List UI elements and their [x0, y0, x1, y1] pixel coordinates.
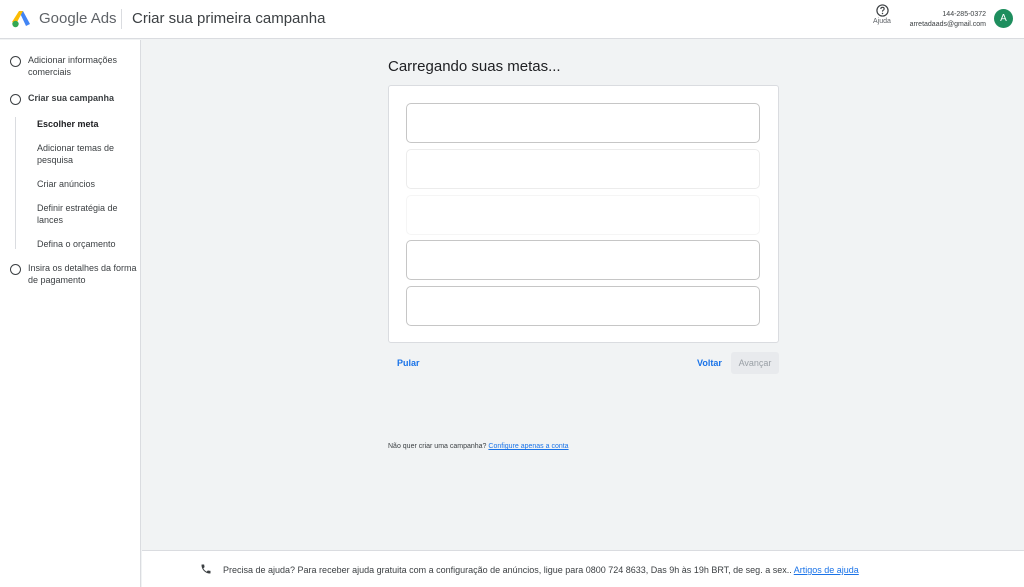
step-business-info[interactable]: Adicionar informações comerciais [10, 54, 138, 78]
help-button[interactable]: Ajuda [866, 4, 898, 34]
no-campaign-text: Não quer criar uma campanha? [388, 443, 487, 450]
goal-option-placeholder [406, 195, 760, 235]
footer-help: Precisa de ajuda? Para receber ajuda gra… [223, 565, 859, 575]
goal-option-placeholder [406, 149, 760, 189]
step-create-campaign[interactable]: Criar sua campanha [10, 92, 138, 105]
product-name: Google Ads [39, 10, 117, 27]
substep-search-themes[interactable]: Adicionar temas de pesquisa [37, 142, 132, 166]
header-divider [121, 9, 122, 29]
substep-create-ads[interactable]: Criar anúncios [37, 178, 132, 190]
sidebar: Adicionar informações comerciais Criar s… [0, 40, 141, 587]
app-header: Google Ads Criar sua primeira campanha A… [0, 0, 1024, 39]
section-title: Carregando suas metas... [388, 58, 561, 75]
avatar[interactable]: A [994, 9, 1013, 28]
goal-option-placeholder [406, 240, 760, 280]
help-footer: Precisa de ajuda? Para receber ajuda gra… [142, 550, 1024, 587]
goals-card [388, 85, 779, 343]
goal-option-placeholder [406, 286, 760, 326]
step-label: Adicionar informações comerciais [28, 55, 118, 77]
substep-choose-goal[interactable]: Escolher meta [37, 118, 132, 130]
configure-account-link[interactable]: Configure apenas a conta [488, 443, 568, 450]
next-button[interactable]: Avançar [731, 352, 779, 374]
substep-budget[interactable]: Defina o orçamento [37, 238, 132, 250]
step-label: Criar sua campanha [28, 93, 115, 103]
radio-circle-icon [10, 264, 21, 275]
step-payment-details[interactable]: Insira os detalhes da forma de pagamento [10, 262, 138, 286]
account-info[interactable]: 144-285-0372 arretadaads@gmail.com [910, 10, 986, 30]
help-articles-link[interactable]: Artigos de ajuda [794, 565, 859, 575]
phone-icon [201, 564, 211, 574]
footer-help-text: Precisa de ajuda? Para receber ajuda gra… [223, 565, 792, 575]
account-email: arretadaads@gmail.com [909, 21, 986, 28]
no-campaign-note: Não quer criar uma campanha? Configure a… [388, 443, 569, 450]
back-button[interactable]: Voltar [697, 358, 722, 368]
substep-bid-strategy[interactable]: Definir estratégia de lances [37, 202, 132, 226]
account-id: 144-285-0372 [942, 11, 986, 18]
skip-button[interactable]: Pular [397, 358, 420, 368]
google-ads-logo-icon [12, 11, 30, 28]
radio-circle-icon [10, 56, 21, 67]
step-label: Insira os detalhes da forma de pagamento [28, 263, 137, 285]
substep-divider [15, 117, 16, 249]
page-title: Criar sua primeira campanha [132, 10, 326, 27]
help-label: Ajuda [873, 18, 891, 25]
help-circle-icon [875, 4, 889, 17]
radio-circle-icon [10, 94, 21, 105]
goal-option-placeholder [406, 103, 760, 143]
